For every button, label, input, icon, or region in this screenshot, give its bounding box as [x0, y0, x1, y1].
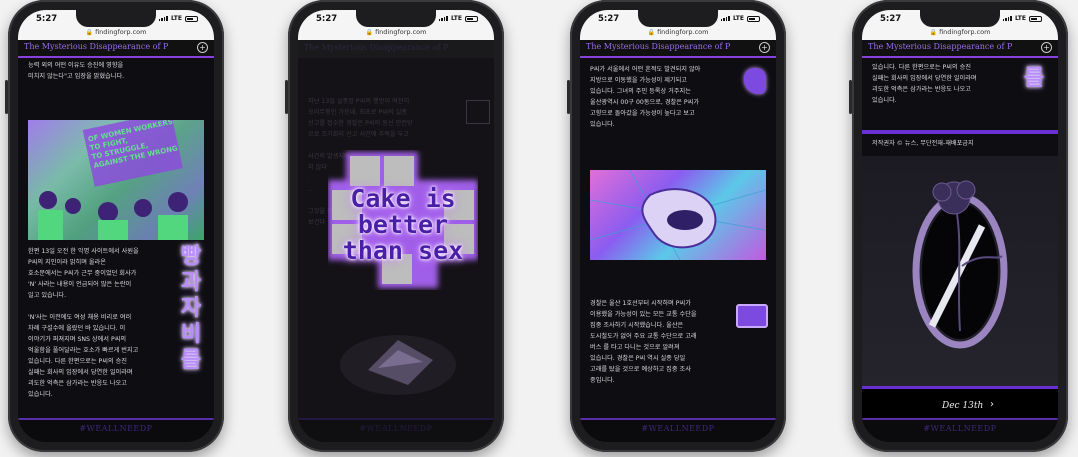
status-time: 5:27: [36, 14, 58, 24]
article-text: P씨가 서울에서 어떤 흔적도 발견되지 않아 지방으로 이동했을 가능성이 제…: [590, 66, 701, 128]
whale-graphic: [590, 170, 766, 260]
address-bar[interactable]: 🔒 findingforp.com: [18, 28, 214, 36]
article-content: P씨가 서울에서 어떤 흔적도 발견되지 않아 지방으로 이동했을 가능성이 제…: [580, 58, 776, 430]
lock-icon: 🔒: [365, 29, 373, 36]
url-text: findingforp.com: [95, 28, 147, 36]
battery-icon: [747, 15, 760, 22]
address-bar[interactable]: 🔒 findingforp.com: [862, 28, 1058, 36]
signal-icon: [1002, 16, 1012, 21]
lock-icon: 🔒: [929, 29, 937, 36]
plus-circle-icon[interactable]: +: [197, 42, 208, 53]
dim-site-header: The Mysterious Disappearance of P: [298, 40, 494, 58]
bus-sticker-icon: [736, 304, 768, 328]
plus-circle-icon[interactable]: +: [759, 42, 770, 53]
footer-hashtag[interactable]: #WEALLNEEDP: [18, 420, 214, 438]
korean-side-char: 를: [1023, 66, 1045, 91]
site-footer: #WEALLNEEDP: [862, 418, 1058, 442]
signal-indicator: LTE: [720, 15, 760, 22]
site-header: The Mysterious Disappearance of P +: [862, 40, 1058, 58]
signal-indicator: LTE: [1002, 15, 1042, 22]
signal-icon: [720, 16, 730, 21]
article-body: 경찰은 울산 1호선부터 시작하며 P씨가 이용했을 가능성이 있는 모든 교통…: [590, 300, 697, 384]
article-content: 있습니다. 다른 한편으로는 P씨의 승진 실패는 회사의 입장에서 당연한 일…: [862, 58, 1058, 430]
network-label: LTE: [1014, 15, 1026, 22]
signal-icon: [158, 16, 168, 21]
phone-screen: 5:27 LTE 🔒 findingforp.com The Mysteriou…: [862, 10, 1058, 442]
chevron-right-icon[interactable]: ›: [990, 399, 994, 410]
dim-site-title: The Mysterious Disappearance of P: [304, 43, 449, 52]
site-footer: #WEALLNEEDP: [18, 418, 214, 442]
notch: [920, 10, 1000, 27]
divider-bar: [862, 130, 1058, 134]
footer-hashtag[interactable]: #WEALLNEEDP: [862, 420, 1058, 438]
footer-hashtag[interactable]: #WEALLNEEDP: [298, 420, 494, 438]
phone-screen: 5:27 LTE 🔒 findingforp.com The Mysteriou…: [298, 10, 494, 442]
overlay-text: Cake is better than sex: [342, 184, 464, 265]
battery-icon: [1029, 15, 1042, 22]
plus-circle-icon[interactable]: +: [1041, 42, 1052, 53]
site-title[interactable]: The Mysterious Disappearance of P: [24, 42, 168, 51]
korean-vertical-text: 빵 과 자 비 를: [176, 244, 206, 374]
cake-photo: [340, 335, 456, 395]
site-header: The Mysterious Disappearance of P +: [580, 40, 776, 58]
rose-mirror-graphic: [912, 180, 1008, 349]
article-text: 능력 외의 어떤 이유도 승진에 영향을 미치지 않는다"고 입장을 밝혔습니다…: [28, 62, 125, 80]
site-footer: #WEALLNEEDP: [580, 418, 776, 442]
korean-char: 비: [180, 322, 202, 347]
korean-char: 과: [180, 270, 202, 295]
dim-chart-icon: [466, 100, 490, 124]
phone-screen: 5:27 LTE 🔒 findingforp.com The Mysteriou…: [18, 10, 214, 442]
protest-photo: OF WOMEN WORKERS TO FIGHT, TO STRUGGLE, …: [28, 120, 204, 240]
battery-icon: [465, 15, 478, 22]
site-title[interactable]: The Mysterious Disappearance of P: [586, 42, 730, 51]
copyright-text: 저작권자 © 뉴스, 무단전재-재배포금지: [872, 140, 974, 147]
status-time: 5:27: [598, 14, 620, 24]
lock-icon: 🔒: [647, 29, 655, 36]
site-header: The Mysterious Disappearance of P +: [18, 40, 214, 58]
notch: [356, 10, 436, 27]
network-label: LTE: [170, 15, 182, 22]
url-text: findingforp.com: [657, 28, 709, 36]
notch: [638, 10, 718, 27]
signal-icon: [438, 16, 448, 21]
site-footer: #WEALLNEEDP: [298, 418, 494, 442]
network-label: LTE: [732, 15, 744, 22]
korean-char: 빵: [180, 244, 202, 269]
article-content: 능력 외의 어떤 이유도 승진에 영향을 미치지 않는다"고 입장을 밝혔습니다…: [18, 58, 214, 430]
popup-overlay[interactable]: Cake is better than sex: [328, 150, 478, 290]
phone-mockup-1: 5:27 LTE 🔒 findingforp.com The Mysteriou…: [5, 0, 224, 452]
url-text: findingforp.com: [939, 28, 991, 36]
phone-screen: 5:27 LTE 🔒 findingforp.com The Mysteriou…: [580, 10, 776, 442]
notch: [76, 10, 156, 27]
rose-mirror-illustration: [862, 156, 1058, 386]
lock-icon: 🔒: [85, 29, 93, 36]
battery-icon: [185, 15, 198, 22]
signal-indicator: LTE: [158, 15, 198, 22]
phone-mockup-2: 5:27 LTE 🔒 findingforp.com The Mysteriou…: [285, 0, 504, 452]
whale-city-photo: [590, 170, 766, 260]
korean-char: 를: [180, 348, 202, 373]
footer-hashtag[interactable]: #WEALLNEEDP: [580, 420, 776, 438]
phone-mockup-4: 5:27 LTE 🔒 findingforp.com The Mysteriou…: [849, 0, 1068, 452]
article-text: 있습니다. 다른 한편으로는 P씨의 승진 실패는 회사의 입장에서 당연한 일…: [872, 64, 977, 104]
whale-sticker-icon: [744, 68, 766, 94]
phone-mockup-3: 5:27 LTE 🔒 findingforp.com The Mysteriou…: [567, 0, 786, 452]
site-title[interactable]: The Mysterious Disappearance of P: [868, 42, 1012, 51]
date-label: Dec 13th: [942, 401, 984, 411]
status-time: 5:27: [316, 14, 338, 24]
article-body: 한편 13일 오전 한 익명 사이트에서 사원을 P씨의 지인이라 밝히며 올라…: [28, 248, 139, 398]
signal-indicator: LTE: [438, 15, 478, 22]
address-bar[interactable]: 🔒 findingforp.com: [298, 28, 494, 36]
url-text: findingforp.com: [375, 28, 427, 36]
network-label: LTE: [450, 15, 462, 22]
address-bar[interactable]: 🔒 findingforp.com: [580, 28, 776, 36]
korean-char: 자: [180, 296, 202, 321]
status-time: 5:27: [880, 14, 902, 24]
